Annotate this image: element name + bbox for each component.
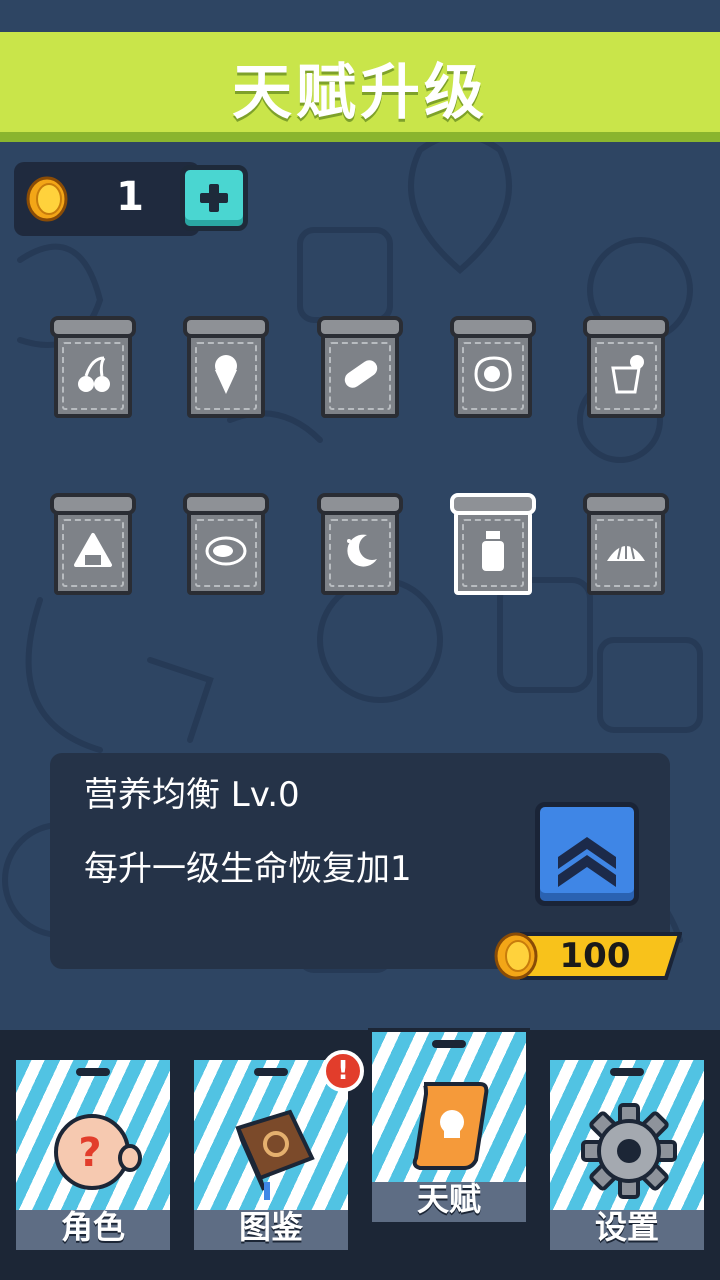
talent-tile[interactable] — [583, 493, 669, 597]
nav-label-collection: 图鉴 — [238, 1208, 303, 1246]
nav-label-talent: 天赋 — [416, 1180, 481, 1218]
talent-tile[interactable] — [317, 316, 403, 420]
talent-tile[interactable] — [50, 493, 136, 597]
rice-ball-icon — [74, 533, 112, 567]
nav-label-settings: 设置 — [594, 1208, 659, 1246]
upgrade-cost: 100 — [559, 936, 631, 976]
croissant-icon — [607, 539, 645, 561]
talent-tile[interactable] — [50, 316, 136, 420]
juice-cup-icon — [611, 355, 644, 394]
coin-icon — [26, 176, 68, 222]
coin-count: 1 — [116, 174, 144, 220]
nav-tab-character[interactable]: ? 角色 — [12, 1056, 174, 1254]
talent-description: 每升一级生命恢复加1 — [84, 849, 412, 889]
cherry-icon — [78, 356, 110, 392]
upgrade-button[interactable] — [535, 802, 639, 906]
chevron-up-icon — [558, 837, 616, 887]
page-header: 天赋升级 — [0, 32, 720, 142]
talent-tile[interactable] — [450, 316, 536, 420]
gear-icon — [581, 1103, 677, 1199]
page-title: 天赋升级 — [232, 58, 488, 128]
talent-tile[interactable] — [583, 316, 669, 420]
steak-icon — [205, 536, 247, 566]
nav-label-character: 角色 — [60, 1208, 125, 1246]
notification-badge: ! — [322, 1050, 364, 1092]
svg-text:?: ? — [78, 1130, 101, 1176]
talent-tile[interactable] — [450, 493, 536, 597]
coin-counter: 1 — [14, 162, 200, 236]
nav-tab-settings[interactable]: 设置 — [546, 1056, 708, 1254]
talent-tile[interactable] — [183, 316, 269, 420]
bread-icon — [344, 360, 378, 388]
nav-tab-talent[interactable]: 天赋 — [368, 1028, 530, 1226]
moon-icon — [347, 534, 377, 567]
scroll-icon — [412, 1082, 489, 1170]
talent-name: 营养均衡 Lv.0 — [84, 775, 300, 815]
milk-bottle-icon — [482, 531, 504, 571]
fried-egg-icon — [474, 356, 512, 392]
add-coins-button[interactable] — [180, 165, 248, 231]
book-icon — [235, 1109, 315, 1200]
talent-tile[interactable] — [183, 493, 269, 597]
character-icon: ? — [54, 1114, 142, 1190]
ice-cream-icon — [215, 355, 237, 394]
talent-tile[interactable] — [317, 493, 403, 597]
